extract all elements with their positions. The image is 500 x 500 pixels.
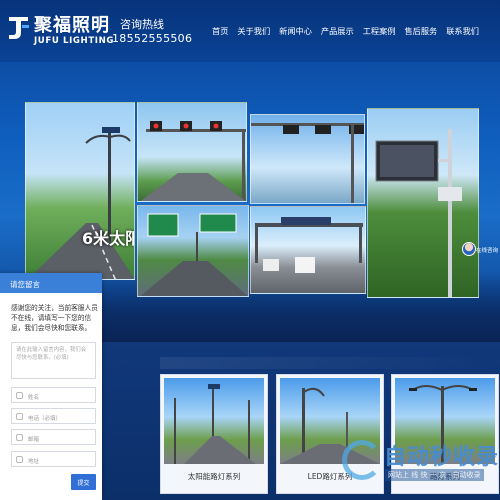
logo-icon[interactable] [6,11,32,41]
nav-item-contact[interactable]: 联系我们 [446,25,479,37]
phone-field-placeholder: 电话（必填） [28,416,62,422]
product-card[interactable]: 太阳能路灯系列 [160,374,268,494]
phone-field[interactable]: 电话（必填） [11,408,96,424]
nav-item-news[interactable]: 新闻中心 [279,25,312,37]
banner-photo-solar-street-lights: 6米太阳 [25,102,135,280]
nav-item-cases[interactable]: 工程案例 [363,25,396,37]
nav-item-products[interactable]: 产品展示 [321,25,354,37]
banner-photo-traffic-lights [137,102,247,202]
nav-item-about[interactable]: 关于我们 [237,25,270,37]
banner-photo-highway [250,206,366,294]
message-content-input[interactable]: 请在此输入留言内容，我们会尽快与您联系。(必填) [11,342,96,379]
email-field[interactable]: 邮箱 [11,429,96,445]
name-field[interactable]: 姓名 [11,387,96,403]
banner-caption: 6米太阳 [82,229,134,248]
hotline-number: 18552555506 [112,32,193,45]
message-form: 请您留言 感谢您的关注，当前客服人员不在线，请填写一下您的信息，我们会尽快和您联… [0,273,102,500]
watermark: 自动秒收录 网站上 线 快 一 次 · 自动收录 [340,436,500,500]
site-header: 聚福照明 JUFU LIGHTING 咨询热线 18552555506 首页 关… [0,0,500,62]
road-sign-illustration [140,213,248,296]
mail-icon [16,434,23,441]
brand-name[interactable]: 聚福照明 [34,11,110,37]
banner-photo-led-gantry [250,114,365,204]
watermark-logo-icon [342,440,382,480]
message-form-intro: 感谢您的关注，当前客服人员不在线，请填写一下您的信息，我们会尽快和您联系。 [11,304,98,332]
submit-button[interactable]: 提交 [71,474,96,490]
online-service-button[interactable]: 在线咨询 [460,242,500,282]
main-nav: 首页 关于我们 新闻中心 产品展示 工程案例 售后服务 联系我们 [212,25,479,37]
product-image [164,378,264,464]
highway-illustration [255,217,363,273]
product-caption: 太阳能路灯系列 [187,472,241,481]
service-avatar-icon [462,242,476,256]
traffic-light-illustration [140,121,246,201]
watermark-slogan: 网站上 线 快 一 次 · 自动收录 [385,469,484,481]
name-field-placeholder: 姓名 [28,395,40,401]
message-form-title[interactable]: 请您留言 [0,273,102,293]
watermark-title: 自动秒收录 [384,445,500,470]
email-field-placeholder: 邮箱 [28,437,40,443]
led-gantry-illustration [251,123,364,203]
phone-icon [16,413,23,420]
hotline-label: 咨询热线 [120,18,164,31]
nav-item-service[interactable]: 售后服务 [404,25,437,37]
address-field[interactable]: 地址 [11,451,96,467]
address-field-placeholder: 地址 [28,459,40,465]
nav-item-home[interactable]: 首页 [212,25,228,37]
online-service-label: 在线咨询 [476,248,499,254]
banner-photo-road-sign [137,205,249,297]
user-icon [16,392,23,399]
brand-name-english: JUFU LIGHTING [34,36,115,46]
product-section-bar [160,357,500,369]
street-light-illustration [28,127,134,279]
location-icon [16,456,23,463]
